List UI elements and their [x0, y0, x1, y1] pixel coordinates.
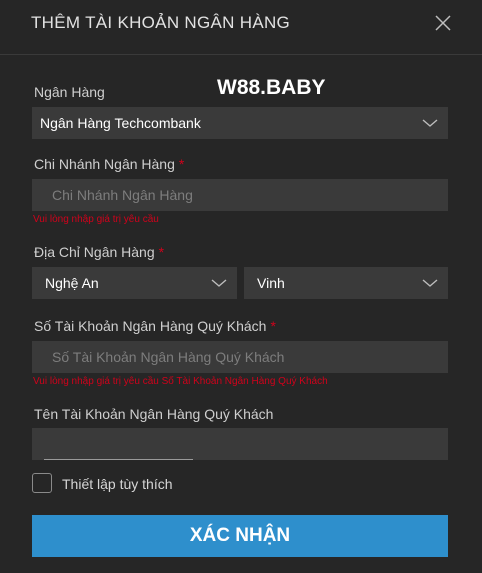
branch-input[interactable]	[32, 179, 448, 211]
branch-error: Vui lòng nhập giá trị yêu cầu	[33, 214, 159, 225]
bank-label: Ngân Hàng	[34, 84, 105, 100]
account-name-input[interactable]	[32, 428, 448, 460]
required-mark: *	[270, 318, 276, 334]
preference-label: Thiết lập tùy thích	[62, 476, 173, 492]
close-icon[interactable]	[430, 10, 456, 36]
required-mark: *	[178, 156, 185, 172]
brand-watermark: W88.BABY	[217, 76, 326, 99]
bank-selected-value: Ngân Hàng Techcombank	[40, 115, 201, 131]
account-number-input[interactable]	[32, 341, 448, 373]
province-select[interactable]: Nghệ An	[32, 267, 237, 299]
account-name-label: Tên Tài Khoản Ngân Hàng Quý Khách	[34, 406, 274, 422]
chevron-down-icon	[422, 279, 438, 287]
submit-button[interactable]: XÁC NHẬN	[32, 515, 448, 557]
city-select[interactable]: Vinh	[244, 267, 448, 299]
bank-select[interactable]: Ngân Hàng Techcombank	[32, 107, 448, 139]
required-mark: *	[158, 244, 165, 260]
address-label-text: Địa Chỉ Ngân Hàng	[34, 244, 155, 260]
branch-label: Chi Nhánh Ngân Hàng *	[34, 156, 184, 172]
preference-checkbox[interactable]	[32, 473, 52, 493]
province-selected-value: Nghệ An	[45, 275, 99, 291]
input-underline	[44, 459, 193, 460]
chevron-down-icon	[422, 119, 438, 127]
account-number-field	[32, 341, 448, 373]
account-name-field	[32, 428, 448, 460]
address-label: Địa Chỉ Ngân Hàng *	[34, 244, 164, 260]
dialog-header: THÊM TÀI KHOẢN NGÂN HÀNG	[0, 0, 482, 55]
account-number-label: Số Tài Khoản Ngân Hàng Quý Khách *	[34, 318, 276, 334]
branch-field	[32, 179, 448, 211]
branch-label-text: Chi Nhánh Ngân Hàng	[34, 156, 175, 172]
dialog-title: THÊM TÀI KHOẢN NGÂN HÀNG	[31, 13, 291, 32]
account-number-error: Vui lòng nhập giá trị yêu cầu Số Tài Kho…	[33, 376, 328, 387]
chevron-down-icon	[211, 279, 227, 287]
city-selected-value: Vinh	[257, 275, 285, 291]
account-number-label-text: Số Tài Khoản Ngân Hàng Quý Khách	[34, 318, 267, 334]
